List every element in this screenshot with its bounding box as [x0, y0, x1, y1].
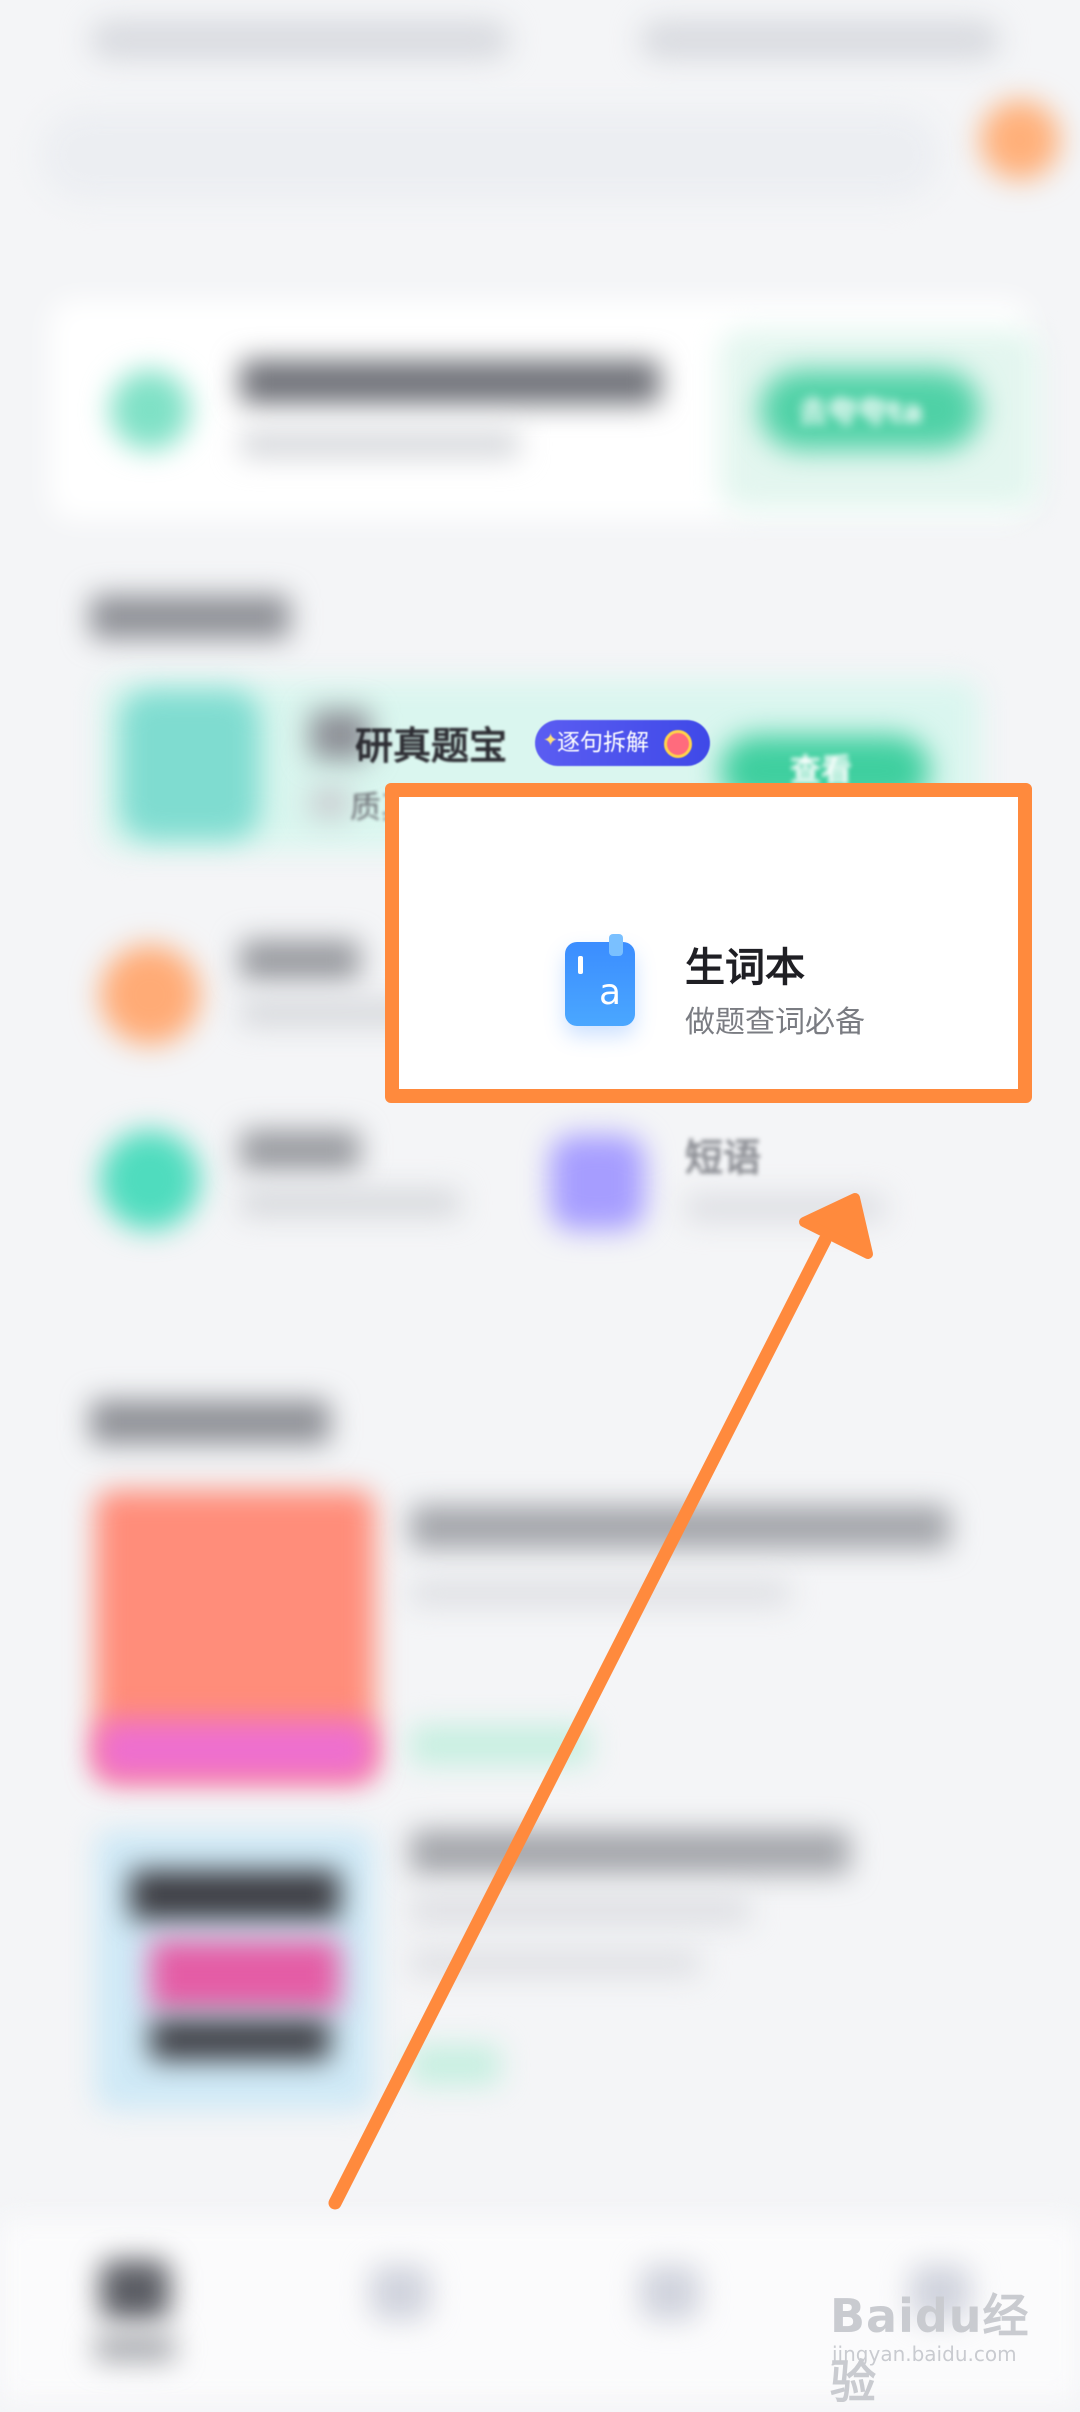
baidu-watermark: Baidu经验 jingyan.baidu.com — [830, 2280, 1060, 2409]
watermark-url: jingyan.baidu.com — [832, 2342, 1017, 2366]
annotation-arrow — [328, 1193, 873, 2210]
